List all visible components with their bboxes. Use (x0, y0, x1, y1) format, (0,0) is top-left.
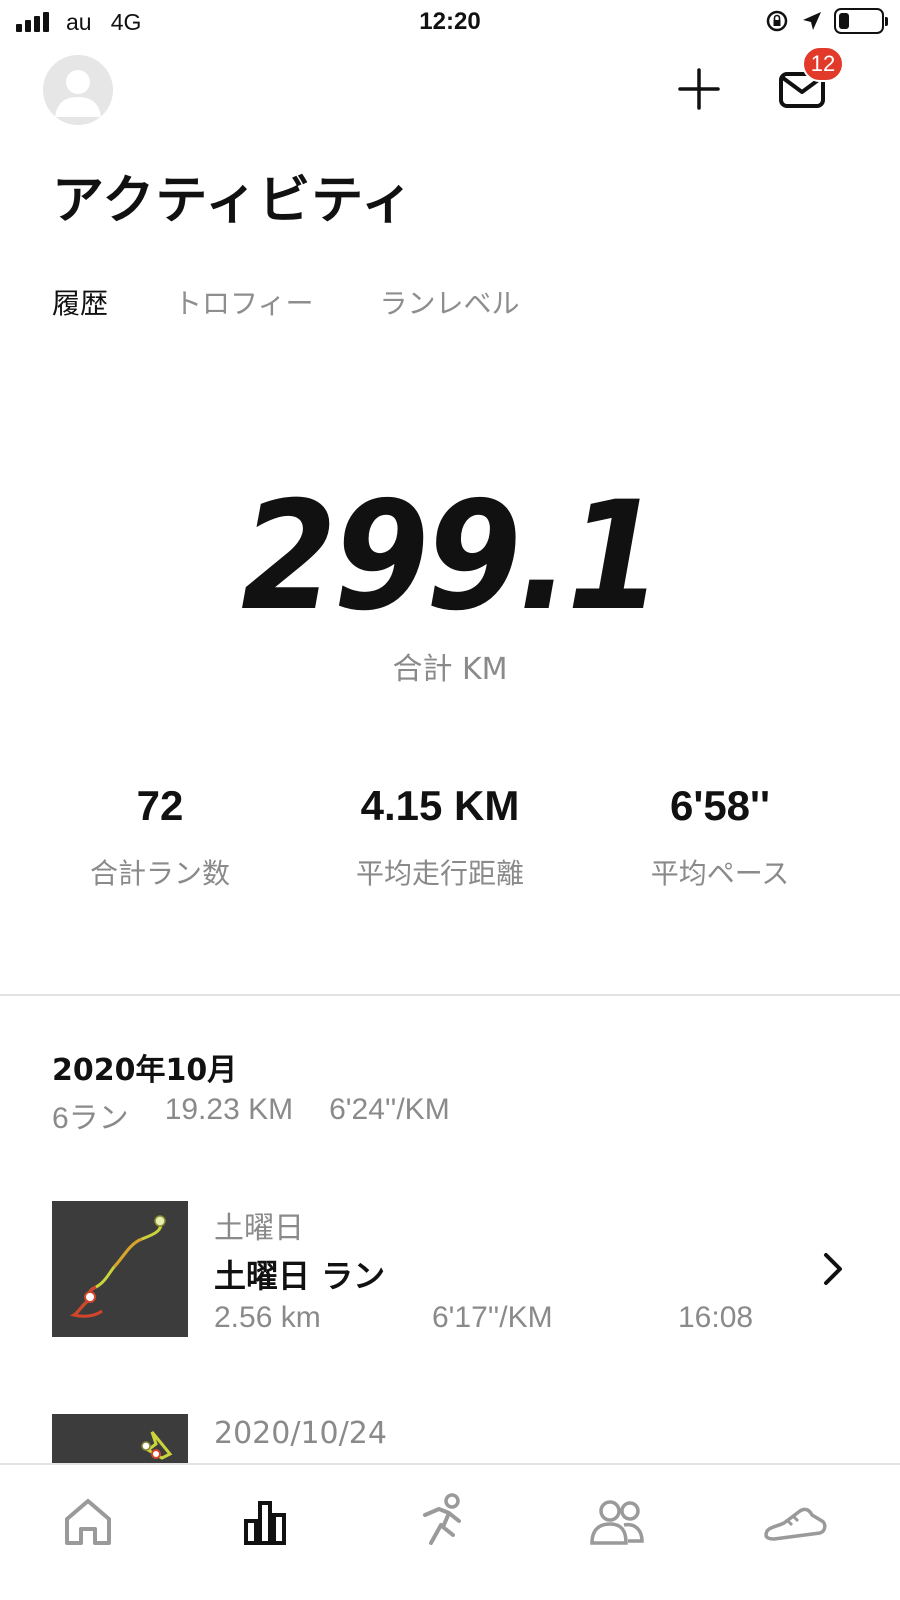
divider (0, 994, 900, 996)
run-icon[interactable] (405, 1491, 475, 1551)
activity-distance: 2.56 km (214, 1301, 321, 1334)
month-summary: 6ラン 19.23 KM 6'24''/KM (52, 1093, 450, 1137)
stat-value: 4.15 KM (360, 782, 520, 829)
notification-badge: 12 (802, 46, 844, 82)
month-pace: 6'24''/KM (329, 1093, 450, 1126)
stat-value: 72 (136, 782, 184, 829)
stat-label: 平均走行距離 (355, 857, 524, 890)
month-distance: 19.23 KM (164, 1093, 294, 1126)
status-bar: au 4G 12:20 (0, 0, 900, 46)
tab-history[interactable]: 履歴 (52, 282, 108, 322)
total-distance-label: 合計 KM (392, 652, 508, 687)
home-icon[interactable] (53, 1491, 123, 1551)
activity-duration: 16:08 (678, 1301, 754, 1334)
month-title: 2020年10月 (52, 1053, 238, 1088)
orientation-lock-icon (766, 10, 788, 32)
activity-icon[interactable] (230, 1491, 300, 1551)
total-distance-value: 299.1 (240, 470, 663, 644)
add-button[interactable] (676, 66, 722, 112)
chevron-right-icon (824, 1253, 842, 1285)
club-icon[interactable] (582, 1491, 652, 1551)
stat-value: 6'58'' (669, 782, 771, 829)
user-silhouette-icon (55, 70, 101, 117)
activity-item[interactable]: 土曜日 土曜日 ラン 2.56 km 6'17''/KM 16:08 (52, 1201, 852, 1341)
shoe-icon[interactable] (760, 1491, 830, 1551)
activity-pace: 6'17''/KM (432, 1301, 553, 1334)
stat-label: 合計ラン数 (89, 857, 230, 890)
stat-average-distance: 4.15 KM 平均走行距離 (290, 782, 590, 892)
location-arrow-icon (803, 12, 821, 30)
segment-tabs: 履歴 トロフィー ランレベル (52, 282, 585, 322)
page-title: アクティビティ (52, 171, 415, 231)
tab-trophies[interactable]: トロフィー (174, 282, 313, 322)
activity-day: 2020/10/24 (214, 1416, 387, 1451)
tab-bar (0, 1463, 900, 1600)
battery-icon (834, 8, 888, 34)
route-map-thumbnail (52, 1201, 188, 1337)
avatar[interactable] (43, 55, 113, 125)
stat-label: 平均ペース (650, 857, 790, 890)
tab-run-level[interactable]: ランレベル (379, 282, 519, 322)
activity-title: 土曜日 ラン (214, 1257, 386, 1295)
stat-average-pace: 6'58'' 平均ペース (570, 782, 870, 892)
month-runs: 6ラン (52, 1102, 129, 1135)
stat-total-runs: 72 合計ラン数 (10, 782, 310, 892)
activity-day: 土曜日 (214, 1211, 304, 1246)
